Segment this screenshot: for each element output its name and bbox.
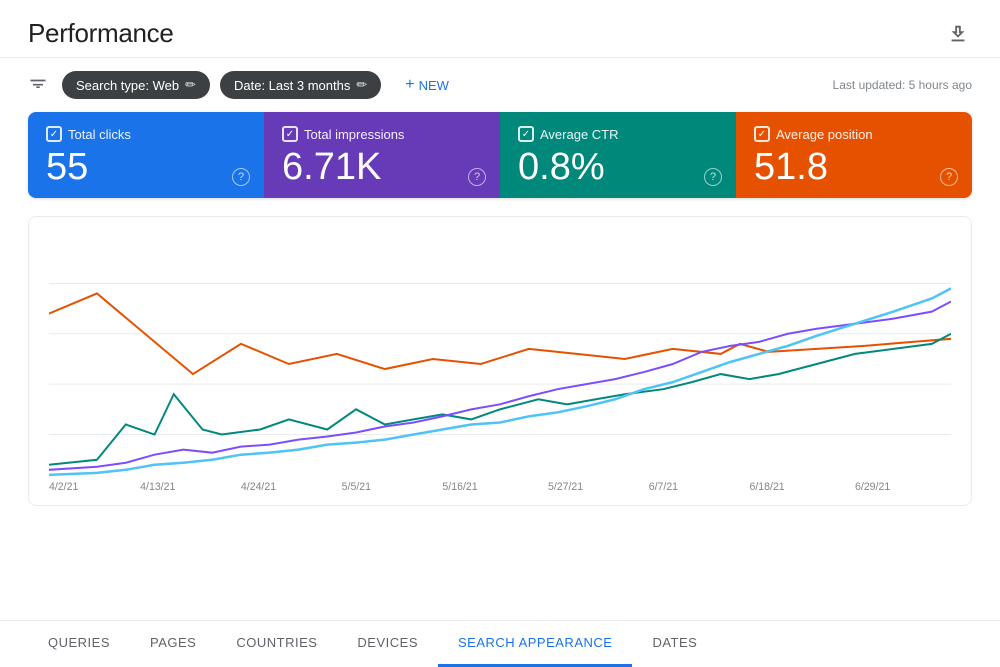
performance-chart: 4/2/21 4/13/21 4/24/21 5/5/21 5/16/21 5/… [49,233,951,495]
search-type-label: Search type: Web [76,78,179,93]
svg-text:6/18/21: 6/18/21 [749,481,784,493]
total-clicks-card[interactable]: ✓ Total clicks 55 ? [28,112,264,198]
check-icon-ctr: ✓ [518,126,534,142]
check-icon-clicks: ✓ [46,126,62,142]
new-label: NEW [419,78,449,93]
header: Performance [0,0,1000,58]
svg-text:6/29/21: 6/29/21 [855,481,890,493]
header-actions [944,20,972,48]
total-impressions-card[interactable]: ✓ Total impressions 6.71K ? [264,112,500,198]
bottom-tabs: QUERIES PAGES COUNTRIES DEVICES SEARCH A… [0,620,1000,667]
filter-icon[interactable] [28,73,48,98]
date-label: Date: Last 3 months [234,78,350,93]
help-icon-position[interactable]: ? [940,168,958,186]
svg-text:5/16/21: 5/16/21 [442,481,477,493]
average-position-label-row: ✓ Average position [754,126,954,142]
help-icon-impressions[interactable]: ? [468,168,486,186]
svg-text:4/24/21: 4/24/21 [241,481,276,493]
help-icon-clicks[interactable]: ? [232,168,250,186]
edit-icon: ✏ [185,77,196,93]
svg-text:4/2/21: 4/2/21 [49,481,78,493]
tab-dates[interactable]: DATES [632,621,717,667]
total-clicks-label-row: ✓ Total clicks [46,126,246,142]
total-impressions-value: 6.71K [282,148,482,186]
svg-text:5/5/21: 5/5/21 [342,481,371,493]
new-button[interactable]: + NEW [391,70,463,100]
average-ctr-value: 0.8% [518,148,718,186]
tab-countries[interactable]: COUNTRIES [216,621,337,667]
page-title: Performance [28,18,174,49]
average-ctr-label-row: ✓ Average CTR [518,126,718,142]
metric-cards: ✓ Total clicks 55 ? ✓ Total impressions … [28,112,972,198]
export-icon[interactable] [944,20,972,48]
average-position-value: 51.8 [754,148,954,186]
average-position-label: Average position [776,127,873,142]
total-impressions-label: Total impressions [304,127,404,142]
total-impressions-label-row: ✓ Total impressions [282,126,482,142]
total-clicks-label: Total clicks [68,127,131,142]
help-icon-ctr[interactable]: ? [704,168,722,186]
tab-search-appearance[interactable]: SEARCH APPEARANCE [438,621,632,667]
average-position-card[interactable]: ✓ Average position 51.8 ? [736,112,972,198]
average-ctr-label: Average CTR [540,127,619,142]
edit-icon-date: ✏ [356,77,367,93]
date-filter[interactable]: Date: Last 3 months ✏ [220,71,381,99]
chart-area: 4/2/21 4/13/21 4/24/21 5/5/21 5/16/21 5/… [28,216,972,506]
check-icon-impressions: ✓ [282,126,298,142]
check-icon-position: ✓ [754,126,770,142]
svg-text:6/7/21: 6/7/21 [649,481,678,493]
last-updated-text: Last updated: 5 hours ago [833,78,972,92]
average-ctr-card[interactable]: ✓ Average CTR 0.8% ? [500,112,736,198]
svg-text:4/13/21: 4/13/21 [140,481,175,493]
tab-devices[interactable]: DEVICES [337,621,438,667]
svg-text:5/27/21: 5/27/21 [548,481,583,493]
plus-icon: + [405,76,414,94]
tab-pages[interactable]: PAGES [130,621,216,667]
tab-queries[interactable]: QUERIES [28,621,130,667]
total-clicks-value: 55 [46,148,246,186]
toolbar: Search type: Web ✏ Date: Last 3 months ✏… [0,58,1000,112]
search-type-filter[interactable]: Search type: Web ✏ [62,71,210,99]
